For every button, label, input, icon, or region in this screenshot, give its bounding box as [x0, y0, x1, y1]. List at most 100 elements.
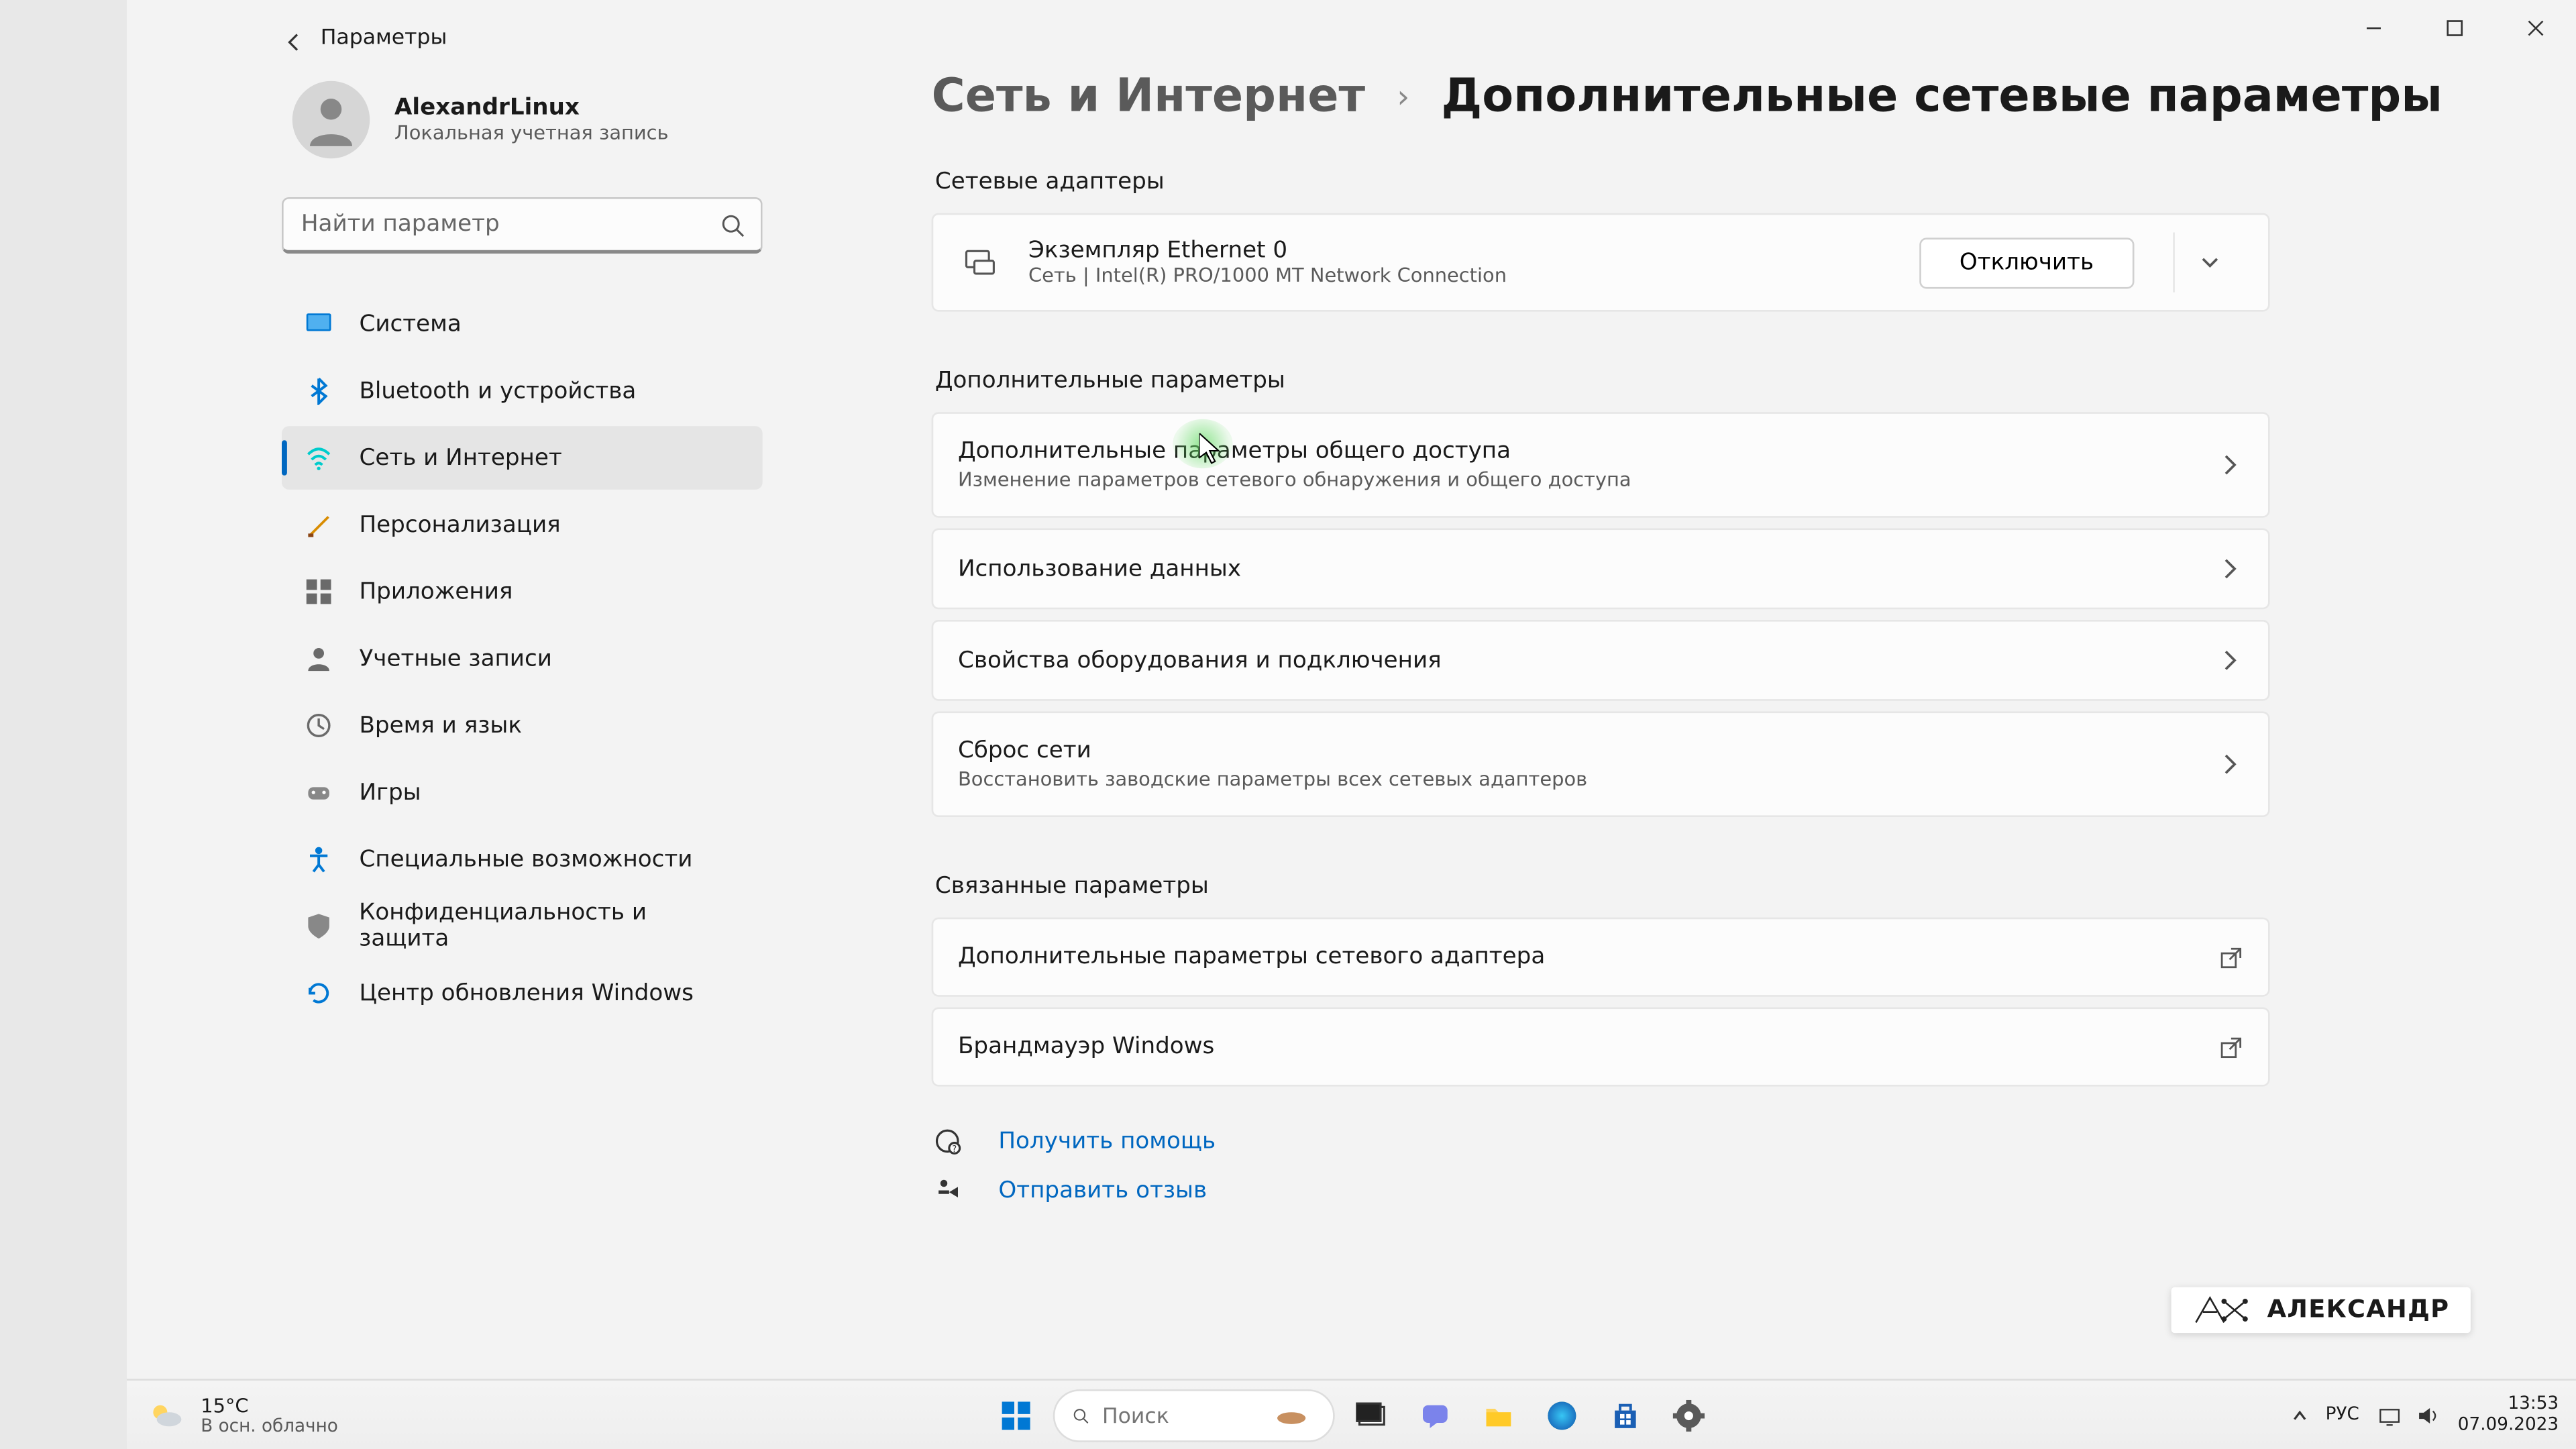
help-links: ? Получить помощь Отправить отзыв: [932, 1125, 2506, 1206]
sidebar-item-privacy[interactable]: Конфиденциальность и защита: [282, 895, 763, 959]
ethernet-icon: [958, 239, 1004, 285]
send-feedback-link[interactable]: Отправить отзыв: [998, 1177, 1207, 1203]
setting-card-reset[interactable]: Сброс сети Восстановить заводские параме…: [932, 712, 2270, 818]
taskbar: 15°C В осн. облачно РУС: [127, 1379, 2576, 1449]
sidebar-item-gaming[interactable]: Игры: [282, 761, 763, 824]
help-icon: ?: [932, 1125, 963, 1157]
search-decoration-icon: [1275, 1401, 1307, 1429]
sidebar-item-label: Приложения: [360, 578, 513, 604]
sidebar: AlexandrLinux Локальная учетная запись С…: [254, 0, 791, 1379]
avatar: [292, 81, 370, 159]
setting-card-firewall[interactable]: Брандмауэр Windows: [932, 1008, 2270, 1087]
taskbar-search[interactable]: [1052, 1389, 1334, 1442]
minimize-icon: [2365, 19, 2382, 37]
sidebar-item-bluetooth[interactable]: Bluetooth и устройства: [282, 360, 763, 423]
sidebar-item-accessibility[interactable]: Специальные возможности: [282, 828, 763, 892]
search-icon: [1071, 1403, 1088, 1428]
sidebar-item-accounts[interactable]: Учетные записи: [282, 627, 763, 691]
external-link-icon: [2219, 1034, 2244, 1059]
sidebar-item-label: Центр обновления Windows: [360, 980, 694, 1006]
sidebar-item-network[interactable]: Сеть и Интернет: [282, 426, 763, 490]
search-box[interactable]: [282, 197, 763, 254]
grid-icon: [303, 576, 335, 607]
nav-list: Система Bluetooth и устройства Сеть и Ин…: [282, 292, 763, 1025]
sidebar-item-label: Конфиденциальность и защита: [359, 900, 741, 953]
gear-icon: [1672, 1399, 1703, 1431]
user-block[interactable]: AlexandrLinux Локальная учетная запись: [282, 70, 763, 197]
setting-title: Сброс сети: [958, 738, 2191, 764]
disable-button[interactable]: Отключить: [1919, 237, 2135, 288]
chat-icon: [1418, 1399, 1450, 1431]
taskbar-explorer[interactable]: [1471, 1389, 1524, 1442]
taskbar-clock[interactable]: 13:53 07.09.2023: [2458, 1394, 2559, 1436]
taskbar-right: РУС 13:53 07.09.2023: [2290, 1394, 2559, 1436]
taskbar-settings[interactable]: [1662, 1389, 1715, 1442]
start-button[interactable]: [989, 1389, 1042, 1442]
arrow-left-icon: [282, 30, 307, 55]
chevron-right-icon: [2215, 750, 2243, 778]
taskbar-time: 13:53: [2508, 1394, 2559, 1415]
person-icon: [303, 643, 335, 674]
expand-button[interactable]: [2173, 233, 2243, 292]
search-input[interactable]: [282, 197, 763, 254]
sidebar-item-label: Bluetooth и устройства: [360, 378, 637, 404]
adapter-row[interactable]: Экземпляр Ethernet 0 Сеть | Intel(R) PRO…: [933, 215, 2268, 310]
external-link-icon: [2219, 945, 2244, 969]
chevron-right-icon: ›: [1397, 78, 1409, 115]
volume-tray-icon[interactable]: [2416, 1403, 2440, 1428]
folder-icon: [1482, 1399, 1513, 1431]
clock-globe-icon: [303, 710, 335, 741]
sidebar-item-apps[interactable]: Приложения: [282, 560, 763, 624]
chevron-up-icon[interactable]: [2290, 1406, 2308, 1424]
setting-card-hardware[interactable]: Свойства оборудования и подключения: [932, 620, 2270, 701]
taskbar-chat[interactable]: [1408, 1389, 1461, 1442]
sidebar-item-system[interactable]: Система: [282, 292, 763, 356]
taskbar-weather[interactable]: 15°C В осн. облачно: [144, 1394, 338, 1436]
setting-card-sharing[interactable]: Дополнительные параметры общего доступа …: [932, 412, 2270, 518]
setting-desc: Восстановить заводские параметры всех се…: [958, 768, 2191, 791]
search-icon: [720, 211, 745, 245]
paintbrush-icon: [303, 509, 335, 541]
minimize-button[interactable]: [2333, 0, 2414, 56]
sidebar-item-update[interactable]: Центр обновления Windows: [282, 961, 763, 1025]
setting-card-data-usage[interactable]: Использование данных: [932, 529, 2270, 610]
bluetooth-icon: [303, 375, 335, 407]
person-icon: [299, 88, 363, 152]
maximize-button[interactable]: [2414, 0, 2496, 56]
setting-card-adapter-settings[interactable]: Дополнительные параметры сетевого адапте…: [932, 918, 2270, 997]
setting-title: Свойства оборудования и подключения: [958, 647, 2191, 674]
adapter-desc: Сеть | Intel(R) PRO/1000 MT Network Conn…: [1028, 264, 1894, 287]
chevron-right-icon: [2215, 555, 2243, 583]
back-button[interactable]: [276, 25, 312, 60]
section-title-advanced: Дополнительные параметры: [935, 368, 2506, 394]
chevron-right-icon: [2215, 646, 2243, 674]
adapter-name: Экземпляр Ethernet 0: [1028, 237, 1894, 264]
sidebar-item-time[interactable]: Время и язык: [282, 694, 763, 757]
taskbar-store[interactable]: [1598, 1389, 1651, 1442]
gamepad-icon: [303, 777, 335, 808]
network-tray-icon[interactable]: [2377, 1403, 2402, 1428]
left-margin-strip: [0, 0, 127, 1449]
edge-icon: [1545, 1399, 1576, 1431]
feedback-icon: [932, 1175, 963, 1206]
breadcrumb-parent[interactable]: Сеть и Интернет: [932, 70, 1365, 123]
setting-title: Дополнительные параметры сетевого адапте…: [958, 944, 2194, 970]
sidebar-item-personalization[interactable]: Персонализация: [282, 493, 763, 557]
breadcrumb: Сеть и Интернет › Дополнительные сетевые…: [932, 70, 2506, 123]
get-help-link[interactable]: Получить помощь: [998, 1128, 1216, 1154]
shield-icon: [303, 910, 335, 942]
page-title: Дополнительные сетевые параметры: [1441, 70, 2442, 123]
taskbar-search-input[interactable]: [1102, 1403, 1260, 1428]
watermark-logo-icon: [2193, 1294, 2253, 1326]
taskbar-edge[interactable]: [1535, 1389, 1588, 1442]
section-title-related: Связанные параметры: [935, 873, 2506, 900]
language-indicator[interactable]: РУС: [2326, 1405, 2359, 1425]
setting-title: Дополнительные параметры общего доступа: [958, 439, 2191, 465]
sidebar-item-label: Учетные записи: [360, 645, 552, 672]
section-title-adapters: Сетевые адаптеры: [935, 169, 2506, 195]
setting-desc: Изменение параметров сетевого обнаружени…: [958, 468, 2191, 491]
user-subtitle: Локальная учетная запись: [394, 121, 669, 144]
sidebar-item-label: Персонализация: [360, 512, 561, 538]
taskbar-taskview[interactable]: [1344, 1389, 1397, 1442]
close-button[interactable]: [2496, 0, 2576, 56]
